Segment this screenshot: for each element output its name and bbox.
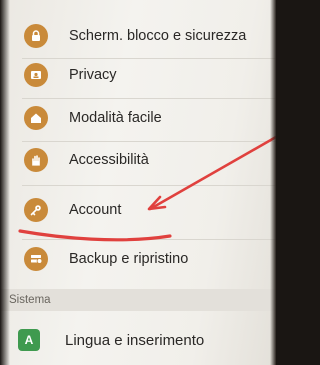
annotation-underline [18, 229, 172, 242]
photo-edge-right [270, 0, 276, 365]
annotation-layer [18, 135, 276, 242]
settings-screen: Scherm. blocco e sicurezza Privacy Modal… [0, 0, 276, 365]
photo-edge-left [0, 0, 10, 365]
annotation-arrow [148, 135, 276, 211]
